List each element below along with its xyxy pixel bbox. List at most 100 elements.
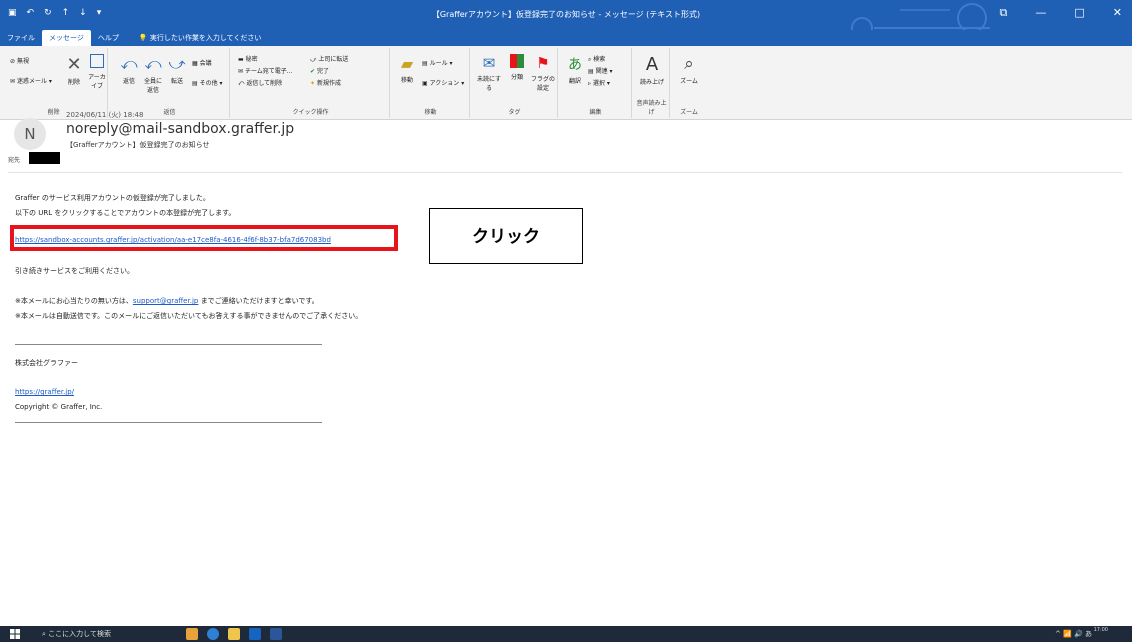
restore-ribbon-icon[interactable]: ⧉ bbox=[1000, 6, 1008, 20]
explorer-icon[interactable] bbox=[228, 628, 240, 640]
highlight-box bbox=[10, 225, 398, 251]
clock[interactable]: 17:00 bbox=[1094, 627, 1108, 634]
maximize-button[interactable]: □ bbox=[1074, 6, 1084, 20]
related-button[interactable]: ▤ 関連 ▾ bbox=[588, 66, 613, 75]
group-move-label: 移動 bbox=[424, 109, 437, 116]
to-label: 宛先 bbox=[8, 157, 21, 164]
archive-button[interactable]: アーカイブ bbox=[86, 54, 108, 90]
message-subject: 【Grafferアカウント】仮登録完了のお知らせ bbox=[66, 141, 210, 149]
system-tray[interactable]: ^ 📶 🔊 あ bbox=[1055, 629, 1092, 639]
ribbon-tabs: ファイル メッセージ ヘルプ 💡 実行したい作業を入力してください bbox=[0, 30, 1132, 46]
group-speech: A 読み上げ 音声読み上げ bbox=[634, 48, 670, 118]
move-button[interactable]: ▰ 移動 bbox=[396, 54, 418, 84]
select-button[interactable]: ▹ 選択 ▾ bbox=[588, 78, 610, 87]
note-contact-suffix: までご連絡いただけますと幸いです。 bbox=[198, 297, 319, 305]
envelope-icon: ✉ bbox=[482, 54, 496, 72]
quickstep-new[interactable]: ✦ 新規作成 bbox=[310, 78, 341, 87]
close-button[interactable]: ✕ bbox=[1113, 6, 1122, 20]
taskbar-app-icon[interactable] bbox=[186, 628, 198, 640]
rules-button[interactable]: ▤ ルール ▾ bbox=[422, 58, 453, 67]
quickstep-reply-delete[interactable]: ⤺ 返信して削除 bbox=[238, 78, 282, 88]
word-icon[interactable] bbox=[270, 628, 282, 640]
reply-icon: ⤺ bbox=[120, 54, 138, 73]
note-contact: ※本メールにお心当たりの無い方は、support@graffer.jp までご連… bbox=[15, 296, 319, 306]
group-editing: あ 翻訳 ⌕ 検索 ▤ 関連 ▾ ▹ 選択 ▾ 編集 bbox=[560, 48, 632, 118]
read-aloud-button[interactable]: A 読み上げ bbox=[638, 54, 666, 86]
more-respond-button[interactable]: ▤ その他 ▾ bbox=[192, 78, 223, 87]
junk-button[interactable]: ✉ 迷惑メール ▾ bbox=[10, 76, 52, 85]
click-callout: クリック bbox=[429, 208, 583, 264]
signature-divider-top bbox=[15, 344, 322, 345]
edge-icon[interactable] bbox=[207, 628, 219, 640]
quickstep-boss[interactable]: ⤻ 上司に転送 bbox=[310, 54, 348, 64]
site-link[interactable]: https://graffer.jp/ bbox=[15, 388, 74, 396]
group-move: ▰ 移動 ▤ ルール ▾ ▣ アクション ▾ 移動 bbox=[392, 48, 470, 118]
group-zoom-label: ズーム bbox=[680, 109, 698, 116]
ribbon: ⊘ 無視 ✉ 迷惑メール ▾ ✕ 削除 アーカイブ 削除 ⤺ 返信 ⤺ 全員に返… bbox=[0, 46, 1132, 120]
reply-all-button[interactable]: ⤺ 全員に返信 bbox=[142, 54, 164, 94]
note-contact-prefix: ※本メールにお心当たりの無い方は、 bbox=[15, 297, 133, 305]
zoom-button[interactable]: ⌕ ズーム bbox=[676, 54, 702, 85]
ignore-button[interactable]: ⊘ 無視 bbox=[10, 56, 29, 65]
tell-me-box[interactable]: 💡 実行したい作業を入力してください bbox=[132, 30, 269, 46]
taskbar-search-placeholder: ここに入力して検索 bbox=[48, 630, 111, 638]
group-delete: ⊘ 無視 ✉ 迷惑メール ▾ ✕ 削除 アーカイブ 削除 bbox=[0, 48, 108, 118]
tab-message[interactable]: メッセージ bbox=[42, 30, 91, 46]
minimize-button[interactable]: — bbox=[1035, 6, 1046, 20]
forward-icon: ⤻ bbox=[168, 54, 186, 73]
outlook-icon[interactable] bbox=[249, 628, 261, 640]
sent-date: 2024/06/11 (火) 18:48 bbox=[66, 111, 144, 119]
translate-button[interactable]: あ 翻訳 bbox=[564, 54, 586, 85]
group-editing-label: 編集 bbox=[589, 109, 602, 116]
tell-me-label: 実行したい作業を入力してください bbox=[149, 34, 262, 42]
reply-all-icon: ⤺ bbox=[144, 54, 162, 73]
delete-icon: ✕ bbox=[66, 54, 82, 75]
reply-button[interactable]: ⤺ 返信 bbox=[118, 54, 140, 85]
group-speech-label: 音声読み上げ bbox=[636, 100, 667, 116]
group-respond: ⤺ 返信 ⤺ 全員に返信 ⤻ 転送 ▦ 会議 ▤ その他 ▾ 返信 bbox=[110, 48, 230, 118]
header-divider bbox=[8, 172, 1122, 173]
forward-button[interactable]: ⤻ 転送 bbox=[166, 54, 188, 85]
archive-icon bbox=[90, 54, 104, 68]
folder-icon: ▰ bbox=[400, 54, 414, 73]
read-aloud-icon: A bbox=[645, 54, 659, 75]
followup-button[interactable]: ⚑ フラグの設定 bbox=[530, 54, 556, 92]
group-quick-steps-label: クイック操作 bbox=[292, 109, 329, 116]
meeting-button[interactable]: ▦ 会議 bbox=[192, 58, 212, 67]
categorize-icon bbox=[510, 54, 524, 68]
lightbulb-icon: 💡 bbox=[138, 34, 148, 42]
note-auto-send: ※本メールは自動送信です。このメールにご返信いただいてもお答えする事ができません… bbox=[15, 312, 363, 320]
taskbar-search[interactable]: ⌕ ここに入力して検索 bbox=[42, 629, 111, 639]
windows-start-icon[interactable] bbox=[10, 629, 20, 639]
body-line-1: Graffer のサービス利用アカウントの仮登録が完了しました。 bbox=[15, 194, 210, 202]
support-email-link[interactable]: support@graffer.jp bbox=[133, 297, 198, 305]
quickstep-secret[interactable]: ▬ 秘密 bbox=[238, 54, 258, 63]
actions-button[interactable]: ▣ アクション ▾ bbox=[422, 78, 464, 87]
taskbar: ⌕ ここに入力して検索 ^ 📶 🔊 あ 17:00 bbox=[0, 626, 1132, 642]
group-tags-label: タグ bbox=[508, 109, 521, 116]
company-name: 株式会社グラファー bbox=[15, 359, 78, 367]
title-bar: ▣ ↶ ↻ ↑ ↓ ▾ 【Grafferアカウント】仮登録完了のお知らせ - メ… bbox=[0, 0, 1132, 39]
search-icon: ⌕ bbox=[42, 630, 46, 638]
magnifier-icon: ⌕ bbox=[684, 54, 694, 74]
categorize-button[interactable]: 分類 bbox=[506, 54, 528, 81]
translate-icon: あ bbox=[568, 57, 582, 73]
tab-help[interactable]: ヘルプ bbox=[91, 30, 126, 46]
avatar: N bbox=[14, 118, 46, 150]
window-controls: ⧉ — □ ✕ bbox=[1000, 6, 1132, 20]
delete-button[interactable]: ✕ 削除 bbox=[63, 54, 85, 86]
body-line-2: 以下の URL をクリックすることでアカウントの本登録が完了します。 bbox=[15, 209, 236, 217]
flag-icon: ⚑ bbox=[536, 54, 550, 72]
sender-address[interactable]: noreply@mail-sandbox.graffer.jp bbox=[66, 121, 294, 137]
search-button[interactable]: ⌕ 検索 bbox=[588, 54, 605, 64]
tab-file[interactable]: ファイル bbox=[0, 30, 42, 46]
unread-button[interactable]: ✉ 未読にする bbox=[474, 54, 504, 92]
group-quick-steps: ▬ 秘密 ✉ チーム宛て電子... ⤺ 返信して削除 ⤻ 上司に転送 ✔ 完了 … bbox=[232, 48, 390, 118]
body-line-3: 引き続きサービスをご利用ください。 bbox=[15, 267, 134, 275]
quickstep-team[interactable]: ✉ チーム宛て電子... bbox=[238, 66, 292, 75]
redacted-recipient bbox=[29, 152, 60, 164]
signature-divider-bottom bbox=[15, 422, 322, 423]
quickstep-done[interactable]: ✔ 完了 bbox=[310, 66, 329, 75]
group-tags: ✉ 未読にする 分類 ⚑ フラグの設定 タグ bbox=[472, 48, 558, 118]
group-zoom: ⌕ ズーム ズーム bbox=[672, 48, 706, 118]
